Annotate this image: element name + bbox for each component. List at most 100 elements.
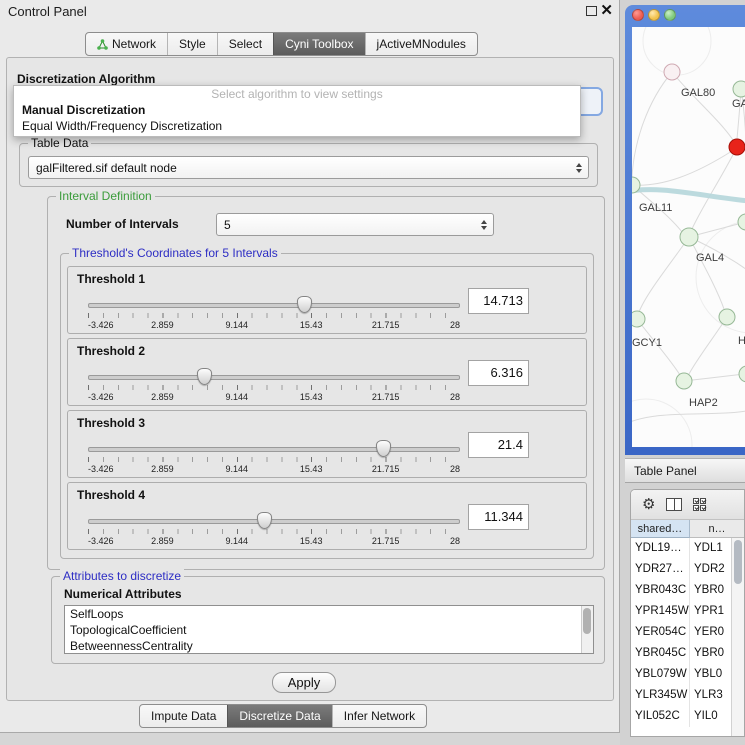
slider-thumb[interactable] bbox=[197, 368, 212, 385]
cell: YDL19… bbox=[631, 538, 690, 559]
slider-thumb[interactable] bbox=[297, 296, 312, 313]
tab-infer-network[interactable]: Infer Network bbox=[332, 705, 426, 727]
scale-label: 9.144 bbox=[226, 464, 249, 474]
tab-cyni-toolbox[interactable]: Cyni Toolbox bbox=[273, 33, 364, 55]
apply-button[interactable]: Apply bbox=[272, 672, 336, 693]
scale-label: 21.715 bbox=[372, 536, 400, 546]
scale-label: 2.859 bbox=[151, 464, 174, 474]
network-edges bbox=[632, 72, 745, 425]
threshold-2-panel: Threshold 2 -3.426 2.859 9.144 15.43 21.… bbox=[67, 338, 587, 406]
slider-thumb[interactable] bbox=[257, 512, 272, 529]
dropdown-option-manual-discretization[interactable]: Manual Discretization bbox=[14, 102, 580, 118]
numerical-attributes-list: SelfLoops TopologicalCoefficient Between… bbox=[64, 605, 594, 654]
tab-discretize-data[interactable]: Discretize Data bbox=[227, 705, 331, 727]
scale-label: 21.715 bbox=[372, 392, 400, 402]
scale-label: 2.859 bbox=[151, 536, 174, 546]
table-body: YDL19…YDL1 YDR27…YDR2 YBR043CYBR0 YPR145… bbox=[631, 538, 744, 736]
scale-label: 2.859 bbox=[151, 392, 174, 402]
scrollbar-thumb[interactable] bbox=[583, 608, 591, 634]
tab-jactivemnodules[interactable]: jActiveMNodules bbox=[365, 33, 477, 55]
zoom-traffic-light[interactable] bbox=[664, 9, 676, 21]
slider-track[interactable] bbox=[88, 447, 460, 452]
list-scrollbar[interactable] bbox=[581, 606, 593, 653]
tab-label: jActiveMNodules bbox=[377, 37, 466, 51]
table-panel-title: Table Panel bbox=[634, 464, 697, 478]
tab-select[interactable]: Select bbox=[217, 33, 273, 55]
tab-label: Style bbox=[179, 37, 206, 51]
network-node[interactable] bbox=[739, 366, 745, 382]
interval-definition-group: Interval Definition Number of Intervals … bbox=[47, 196, 605, 570]
close-icon[interactable]: ✕ bbox=[600, 2, 613, 20]
dropdown-option-equal-width-frequency[interactable]: Equal Width/Frequency Discretization bbox=[14, 118, 580, 134]
close-traffic-light[interactable] bbox=[632, 9, 644, 21]
threshold-label: Threshold 1 bbox=[77, 272, 145, 286]
slider-track[interactable] bbox=[88, 519, 460, 524]
tab-label: Discretize Data bbox=[239, 709, 320, 723]
threshold-value-field[interactable]: 14.713 bbox=[468, 288, 529, 314]
table-row[interactable]: YER054CYER0 bbox=[631, 622, 744, 643]
list-item[interactable]: SelfLoops bbox=[65, 606, 593, 622]
numerical-attributes-label: Numerical Attributes bbox=[64, 587, 182, 601]
tab-style[interactable]: Style bbox=[167, 33, 217, 55]
slider-thumb[interactable] bbox=[376, 440, 391, 457]
network-node[interactable] bbox=[676, 373, 692, 389]
threshold-label: Threshold 2 bbox=[77, 344, 145, 358]
node-labels: GAL80 GA GAL11 GAL4 GCY1 HAP2 H bbox=[632, 87, 745, 409]
table-row[interactable]: YDL19…YDL1 bbox=[631, 538, 744, 559]
scrollbar-thumb[interactable] bbox=[734, 540, 742, 584]
tab-network[interactable]: Network bbox=[86, 33, 167, 55]
table-row[interactable]: YBR043CYBR0 bbox=[631, 580, 744, 601]
table-row[interactable]: YPR145WYPR1 bbox=[631, 601, 744, 622]
table-row[interactable]: YIL052CYIL0 bbox=[631, 706, 744, 727]
minimize-traffic-light[interactable] bbox=[648, 9, 660, 21]
network-view-window: GAL80 GA GAL11 GAL4 GCY1 HAP2 H bbox=[625, 5, 745, 455]
gear-icon[interactable]: ⚙ bbox=[642, 497, 655, 512]
column-manager-icon[interactable] bbox=[666, 498, 682, 511]
control-panel-window: Control Panel ✕ Network Style Select Cyn… bbox=[0, 0, 620, 733]
table-scrollbar[interactable] bbox=[731, 538, 744, 736]
selected-node[interactable] bbox=[729, 139, 745, 155]
node-label: GAL80 bbox=[681, 87, 715, 99]
slider-track[interactable] bbox=[88, 375, 460, 380]
network-node[interactable] bbox=[632, 311, 645, 327]
scale-label: 28 bbox=[450, 320, 460, 330]
number-of-intervals-label: Number of Intervals bbox=[66, 217, 179, 231]
network-node[interactable] bbox=[738, 214, 745, 230]
number-of-intervals-combobox[interactable]: 5 bbox=[216, 213, 494, 236]
scale-label: 9.144 bbox=[226, 392, 249, 402]
column-header-name[interactable]: n… bbox=[690, 520, 744, 538]
table-row[interactable]: YLR345WYLR3 bbox=[631, 685, 744, 706]
cell: YLR345W bbox=[631, 685, 690, 706]
list-item[interactable]: TopologicalCoefficient bbox=[65, 622, 593, 638]
threshold-slider: -3.426 2.859 9.144 15.43 21.715 28 bbox=[88, 295, 460, 331]
network-node[interactable] bbox=[664, 64, 680, 80]
network-node[interactable] bbox=[719, 309, 735, 325]
network-node[interactable] bbox=[733, 81, 745, 97]
tab-label: Infer Network bbox=[344, 709, 415, 723]
table-data-combobox[interactable]: galFiltered.sif default node bbox=[28, 156, 589, 179]
table-row[interactable]: YDR27…YDR2 bbox=[631, 559, 744, 580]
threshold-4-panel: Threshold 4 -3.426 2.859 9.144 15.43 21.… bbox=[67, 482, 587, 550]
column-header-shared-name[interactable]: shared… bbox=[631, 520, 690, 538]
network-canvas[interactable]: GAL80 GA GAL11 GAL4 GCY1 HAP2 H bbox=[632, 27, 745, 447]
node-label: GA bbox=[732, 98, 745, 110]
table-row[interactable]: YBL079WYBL0 bbox=[631, 664, 744, 685]
tab-impute-data[interactable]: Impute Data bbox=[140, 705, 227, 727]
threshold-value-field[interactable]: 6.316 bbox=[468, 360, 529, 386]
table-row[interactable]: YBR045CYBR0 bbox=[631, 643, 744, 664]
slider-scale: -3.426 2.859 9.144 15.43 21.715 28 bbox=[88, 464, 460, 475]
network-node[interactable] bbox=[680, 228, 698, 246]
node-table-window: ⚙ shared… n… YDL19…YDL1 YDR27…YDR2 YBR04… bbox=[630, 489, 745, 737]
table-data-group: Table Data galFiltered.sif default node bbox=[19, 143, 598, 187]
slider-scale: -3.426 2.859 9.144 15.43 21.715 28 bbox=[88, 392, 460, 403]
scale-label: -3.426 bbox=[88, 392, 114, 402]
slider-track[interactable] bbox=[88, 303, 460, 308]
scale-label: 9.144 bbox=[226, 536, 249, 546]
cell: YBR045C bbox=[631, 643, 690, 664]
threshold-value-field[interactable]: 21.4 bbox=[468, 432, 529, 458]
cyni-toolbox-panel: Discretization Algorithm Select algorith… bbox=[6, 57, 614, 701]
threshold-value-field[interactable]: 11.344 bbox=[468, 504, 529, 530]
list-item[interactable]: BetweennessCentrality bbox=[65, 638, 593, 654]
select-attributes-icon[interactable] bbox=[693, 498, 706, 511]
float-window-icon[interactable] bbox=[586, 6, 597, 16]
